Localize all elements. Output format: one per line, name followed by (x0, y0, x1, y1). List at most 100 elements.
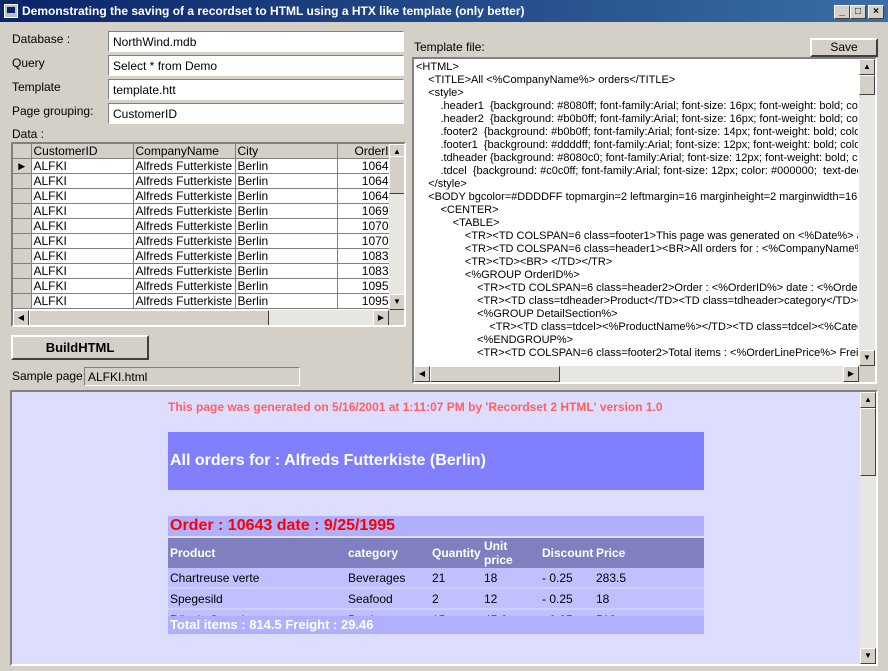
grid-cell[interactable]: ALFKI (31, 218, 134, 234)
table-row[interactable]: ALFKI Alfreds Futterkiste Berlin 1069 (13, 203, 392, 219)
table-row[interactable]: ▶ ALFKI Alfreds Futterkiste Berlin 1064 (13, 158, 392, 174)
grid-cell[interactable]: 1070 (337, 233, 392, 249)
template-editor[interactable]: <HTML> <TITLE>All <%CompanyName%> orders… (412, 57, 877, 384)
grid-cell[interactable]: ALFKI (31, 188, 134, 204)
grid-vertical-scrollbar[interactable]: ▲ ▼ (389, 144, 404, 310)
column-header-city[interactable]: City (235, 144, 338, 159)
table-row[interactable]: ALFKI Alfreds Futterkiste Berlin 1064 (13, 173, 392, 189)
table-row[interactable]: ALFKI Alfreds Futterkiste Berlin 1083 (13, 263, 392, 279)
row-selector[interactable] (13, 263, 32, 279)
page-grouping-input[interactable]: CustomerID (108, 103, 404, 124)
grid-cell[interactable]: ALFKI (31, 263, 134, 279)
grid-cell[interactable]: Berlin (235, 203, 338, 219)
scroll-thumb[interactable] (860, 408, 876, 476)
row-selector[interactable] (13, 188, 32, 204)
scroll-thumb[interactable] (389, 156, 404, 194)
grid-cell[interactable]: Alfreds Futterkiste (133, 158, 236, 174)
table-row[interactable]: ALFKI Alfreds Futterkiste Berlin 1064 (13, 188, 392, 204)
table-row[interactable]: ALFKI Alfreds Futterkiste Berlin 1083 (13, 248, 392, 264)
grid-horizontal-scrollbar[interactable]: ◀ ▶ (13, 310, 389, 325)
grid-cell[interactable]: 1083 (337, 248, 392, 264)
grid-cell[interactable]: Alfreds Futterkiste (133, 173, 236, 189)
scroll-left-arrow-icon[interactable]: ◀ (13, 310, 29, 325)
table-row[interactable]: ALFKI Alfreds Futterkiste Berlin 1070 (13, 218, 392, 234)
row-selector[interactable] (13, 173, 32, 189)
grid-cell[interactable]: ALFKI (31, 278, 134, 294)
scroll-left-arrow-icon[interactable]: ◀ (414, 366, 430, 382)
data-grid[interactable]: CustomerID CompanyName City OrderI ▶ ALFK… (11, 142, 406, 327)
column-header-companyname[interactable]: CompanyName (133, 144, 236, 159)
grid-cell[interactable]: ALFKI (31, 173, 134, 189)
grid-cell[interactable]: Berlin (235, 173, 338, 189)
scroll-thumb-horizontal[interactable] (29, 310, 269, 325)
row-selector[interactable] (13, 203, 32, 219)
query-input[interactable]: Select * from Demo (108, 55, 404, 76)
grid-cell[interactable]: 1083 (337, 263, 392, 279)
template-vertical-scrollbar[interactable]: ▲ ▼ (859, 59, 875, 366)
minimize-button[interactable]: _ (834, 5, 850, 19)
order-cell: - 0.25 (540, 589, 594, 610)
grid-cell[interactable]: ALFKI (31, 203, 134, 219)
scroll-right-arrow-icon[interactable]: ▶ (843, 366, 859, 382)
row-selector[interactable] (13, 248, 32, 264)
maximize-button[interactable]: □ (850, 5, 866, 19)
scroll-right-arrow-icon[interactable]: ▶ (373, 310, 389, 325)
scroll-down-arrow-icon[interactable]: ▼ (860, 648, 876, 664)
all-orders-heading: All orders for : Alfreds Futterkiste (Be… (170, 452, 486, 469)
grid-cell[interactable]: 1064 (337, 158, 392, 174)
grid-cell[interactable]: 1064 (337, 173, 392, 189)
row-selector[interactable] (13, 233, 32, 249)
row-selector-header[interactable] (13, 144, 32, 159)
preview-vertical-scrollbar[interactable]: ▲ ▼ (860, 392, 876, 664)
grid-cell[interactable]: Alfreds Futterkiste (133, 233, 236, 249)
grid-cell[interactable]: Alfreds Futterkiste (133, 278, 236, 294)
row-selector[interactable] (13, 278, 32, 294)
grid-cell[interactable]: 1095 (337, 278, 392, 294)
close-button[interactable]: × (868, 5, 884, 19)
grid-cell[interactable]: Berlin (235, 233, 338, 249)
grid-cell[interactable]: Berlin (235, 293, 338, 309)
column-header-orderid[interactable]: OrderI (337, 144, 392, 159)
scroll-thumb[interactable] (859, 75, 875, 95)
save-button[interactable]: Save (810, 38, 878, 57)
template-input[interactable]: template.htt (108, 79, 404, 100)
grid-cell[interactable]: 1070 (337, 218, 392, 234)
grid-cell[interactable]: Alfreds Futterkiste (133, 293, 236, 309)
template-code-area[interactable]: <HTML> <TITLE>All <%CompanyName%> orders… (416, 61, 858, 363)
column-header-customerid[interactable]: CustomerID (31, 144, 134, 159)
grid-cell[interactable]: Berlin (235, 263, 338, 279)
grid-cell[interactable]: Alfreds Futterkiste (133, 248, 236, 264)
grid-cell[interactable]: Berlin (235, 218, 338, 234)
html-preview-pane[interactable]: This page was generated on 5/16/2001 at … (10, 390, 878, 666)
grid-cell[interactable]: 1064 (337, 188, 392, 204)
scroll-thumb-horizontal[interactable] (430, 366, 560, 382)
template-horizontal-scrollbar[interactable]: ◀ ▶ (414, 366, 859, 382)
database-input[interactable]: NorthWind.mdb (108, 31, 404, 52)
scroll-up-arrow-icon[interactable]: ▲ (859, 59, 875, 75)
grid-cell[interactable]: Berlin (235, 248, 338, 264)
row-selector[interactable] (13, 218, 32, 234)
grid-cell[interactable]: 1069 (337, 203, 392, 219)
grid-cell[interactable]: ALFKI (31, 158, 134, 174)
grid-cell[interactable]: 1095 (337, 293, 392, 309)
grid-cell[interactable]: Alfreds Futterkiste (133, 203, 236, 219)
grid-cell[interactable]: Alfreds Futterkiste (133, 263, 236, 279)
grid-cell[interactable]: Alfreds Futterkiste (133, 188, 236, 204)
grid-cell[interactable]: Alfreds Futterkiste (133, 218, 236, 234)
scroll-down-arrow-icon[interactable]: ▼ (389, 294, 404, 310)
scroll-up-arrow-icon[interactable]: ▲ (860, 392, 876, 408)
grid-cell[interactable]: Berlin (235, 158, 338, 174)
table-row[interactable]: ALFKI Alfreds Futterkiste Berlin 1095 (13, 293, 392, 309)
grid-cell[interactable]: ALFKI (31, 248, 134, 264)
scroll-down-arrow-icon[interactable]: ▼ (859, 350, 875, 366)
table-row[interactable]: ALFKI Alfreds Futterkiste Berlin 1095 (13, 278, 392, 294)
build-html-button[interactable]: BuildHTML (11, 335, 149, 360)
grid-cell[interactable]: Berlin (235, 278, 338, 294)
row-selector[interactable] (13, 293, 32, 309)
grid-cell[interactable]: Berlin (235, 188, 338, 204)
order-header: Order : 10643 date : 9/25/1995 (168, 516, 704, 536)
grid-cell[interactable]: ALFKI (31, 293, 134, 309)
current-row-pointer-icon[interactable]: ▶ (13, 158, 32, 174)
table-row[interactable]: ALFKI Alfreds Futterkiste Berlin 1070 (13, 233, 392, 249)
grid-cell[interactable]: ALFKI (31, 233, 134, 249)
